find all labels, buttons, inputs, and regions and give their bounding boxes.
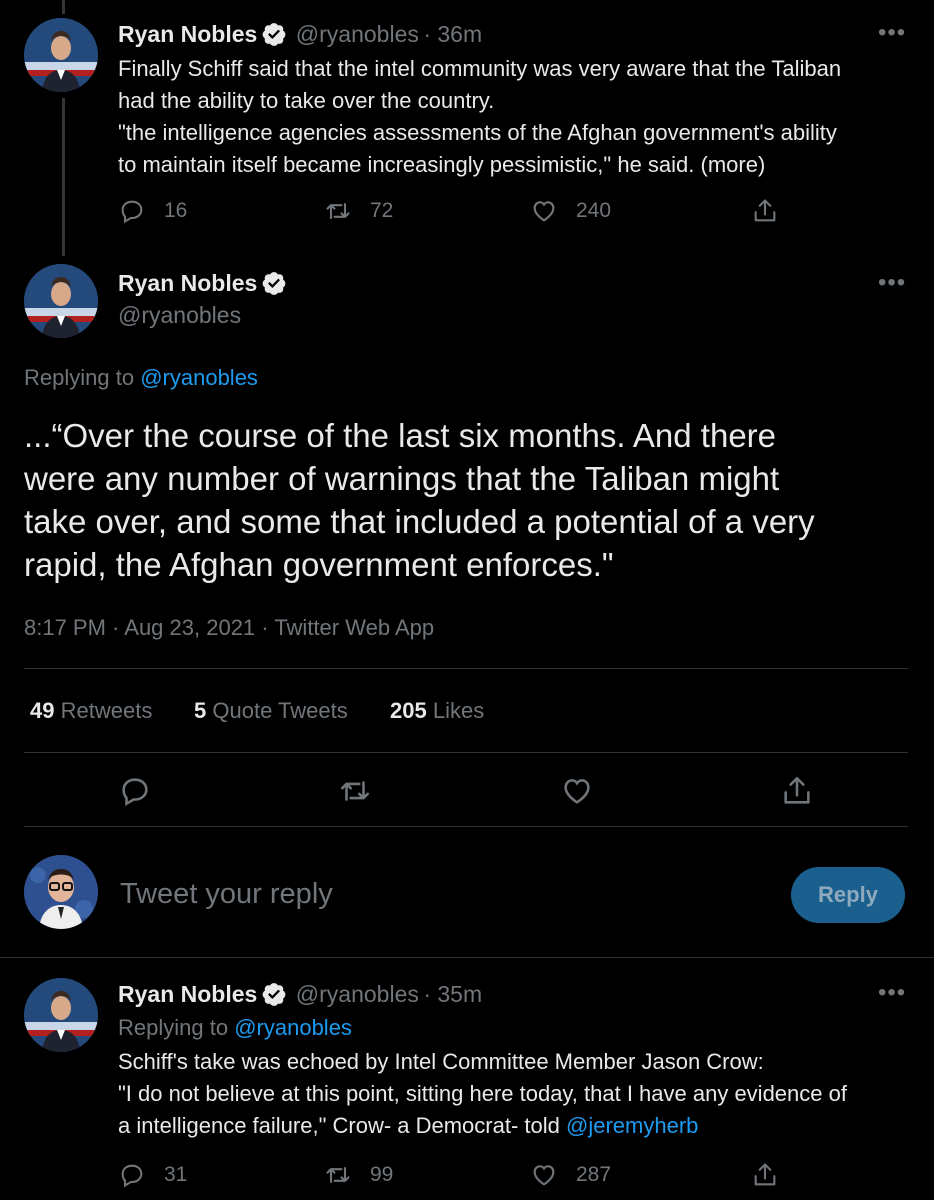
reply-button[interactable]: 16: [118, 197, 187, 225]
tweet-text-line: "the intelligence agencies assessments o…: [118, 120, 837, 145]
replying-to-link[interactable]: @ryanobles: [140, 365, 258, 390]
likes-stat[interactable]: 205 Likes: [390, 695, 484, 727]
main-author: Ryan Nobles @ryanobles: [118, 267, 287, 331]
quotes-stat[interactable]: 5 Quote Tweets: [194, 695, 348, 727]
retweets-stat-label: Retweets: [60, 698, 153, 723]
replying-to-label: Replying to: [118, 1015, 229, 1040]
like-button[interactable]: [560, 774, 594, 808]
divider: [24, 752, 908, 753]
reply-icon: [118, 774, 152, 808]
like-icon: [530, 197, 558, 225]
reply-count: 31: [164, 1163, 188, 1186]
avatar[interactable]: [24, 978, 98, 1052]
thread-line: [62, 98, 65, 256]
like-icon: [530, 1161, 558, 1189]
tweet-time[interactable]: · 36m: [423, 21, 482, 47]
retweets-stat[interactable]: 49 Retweets: [30, 695, 152, 727]
author-handle[interactable]: @ryanobles: [296, 21, 419, 47]
reply-icon: [118, 197, 146, 225]
avatar-image: [24, 18, 98, 92]
replying-to-link[interactable]: @ryanobles: [234, 1015, 352, 1040]
retweet-icon: [324, 197, 352, 225]
share-icon: [751, 197, 779, 225]
tweet-text-line: a intelligence failure," Crow- a Democra…: [118, 1110, 847, 1142]
share-icon: [751, 1161, 779, 1189]
retweet-count: 72: [370, 199, 394, 222]
retweet-button[interactable]: [338, 774, 372, 808]
divider: [24, 826, 908, 827]
author-handle[interactable]: @ryanobles: [296, 981, 419, 1007]
tweet-text-fragment: a intelligence failure," Crow- a Democra…: [118, 1113, 560, 1138]
tweet-text: Finally Schiff said that the intel commu…: [118, 53, 841, 181]
tweet-text: Schiff's take was echoed by Intel Commit…: [118, 1046, 847, 1142]
reply-icon: [118, 1161, 146, 1189]
tweet-header: Ryan Nobles @ryanobles · 35m: [118, 978, 482, 1010]
replying-to-label: Replying to: [24, 365, 135, 390]
like-button[interactable]: 240: [530, 197, 611, 225]
tweet-text-line: were any number of warnings that the Tal…: [24, 460, 780, 497]
retweet-button[interactable]: 72: [324, 197, 393, 225]
avatar[interactable]: [24, 18, 98, 92]
like-button[interactable]: 287: [530, 1161, 611, 1189]
composer-avatar[interactable]: [24, 855, 98, 929]
like-icon: [560, 774, 594, 808]
thread-line-top: [62, 0, 65, 14]
reply-submit-button[interactable]: Reply: [791, 867, 905, 923]
avatar-image: [24, 978, 98, 1052]
more-icon[interactable]: •••: [878, 21, 906, 45]
share-button[interactable]: [780, 774, 814, 808]
retweet-icon: [324, 1161, 352, 1189]
reply-button[interactable]: [118, 774, 152, 808]
share-button[interactable]: [751, 1161, 779, 1189]
retweet-icon: [338, 774, 372, 808]
tweet-text-line: Finally Schiff said that the intel commu…: [118, 56, 842, 81]
verified-badge-icon: [261, 270, 287, 296]
quotes-stat-count: 5: [194, 698, 207, 723]
tweet-timestamp[interactable]: 8:17 PM · Aug 23, 2021 · Twitter Web App: [24, 612, 434, 644]
author-handle[interactable]: @ryanobles: [118, 299, 287, 331]
tweet-time[interactable]: · 35m: [423, 981, 482, 1007]
likes-stat-label: Likes: [432, 698, 485, 723]
tweet-text-line: had the ability to take over the country…: [118, 88, 495, 113]
tweet-text-line: rapid, the Afghan government enforces.": [24, 546, 614, 583]
retweets-stat-count: 49: [30, 698, 55, 723]
author-name[interactable]: Ryan Nobles: [118, 21, 257, 47]
avatar-image: [24, 855, 98, 929]
verified-badge-icon: [261, 981, 287, 1007]
tweet-text-line: take over, and some that included a pote…: [24, 503, 815, 540]
tweet-text-line: Schiff's take was echoed by Intel Commit…: [118, 1049, 764, 1074]
more-icon[interactable]: •••: [878, 981, 906, 1005]
replying-to: Replying to @ryanobles: [118, 1012, 352, 1044]
tweet-text-line: ...“Over the course of the last six mont…: [24, 417, 777, 454]
tweet-text-line: "I do not believe at this point, sitting…: [118, 1081, 847, 1106]
author-name[interactable]: Ryan Nobles: [118, 981, 257, 1007]
tweet-header: Ryan Nobles @ryanobles · 36m: [118, 18, 482, 50]
replying-to: Replying to @ryanobles: [24, 362, 258, 394]
avatar-image: [24, 264, 98, 338]
divider: [24, 668, 908, 669]
like-count: 287: [576, 1163, 612, 1186]
quotes-stat-label: Quote Tweets: [212, 698, 348, 723]
reply-count: 16: [164, 199, 188, 222]
reply-input[interactable]: Tweet your reply: [120, 874, 333, 914]
verified-badge-icon: [261, 21, 287, 47]
avatar[interactable]: [24, 264, 98, 338]
likes-stat-count: 205: [390, 698, 427, 723]
share-icon: [780, 774, 814, 808]
reply-button[interactable]: 31: [118, 1161, 187, 1189]
share-button[interactable]: [751, 197, 779, 225]
mention-link[interactable]: @jeremyherb: [566, 1113, 698, 1138]
author-name[interactable]: Ryan Nobles: [118, 270, 257, 296]
divider: [0, 957, 934, 958]
main-tweet-text: ...“Over the course of the last six mont…: [24, 414, 815, 586]
like-count: 240: [576, 199, 612, 222]
tweet-text-line: to maintain itself became increasingly p…: [118, 152, 766, 177]
retweet-count: 99: [370, 1163, 394, 1186]
retweet-button[interactable]: 99: [324, 1161, 393, 1189]
more-icon[interactable]: •••: [878, 271, 906, 295]
